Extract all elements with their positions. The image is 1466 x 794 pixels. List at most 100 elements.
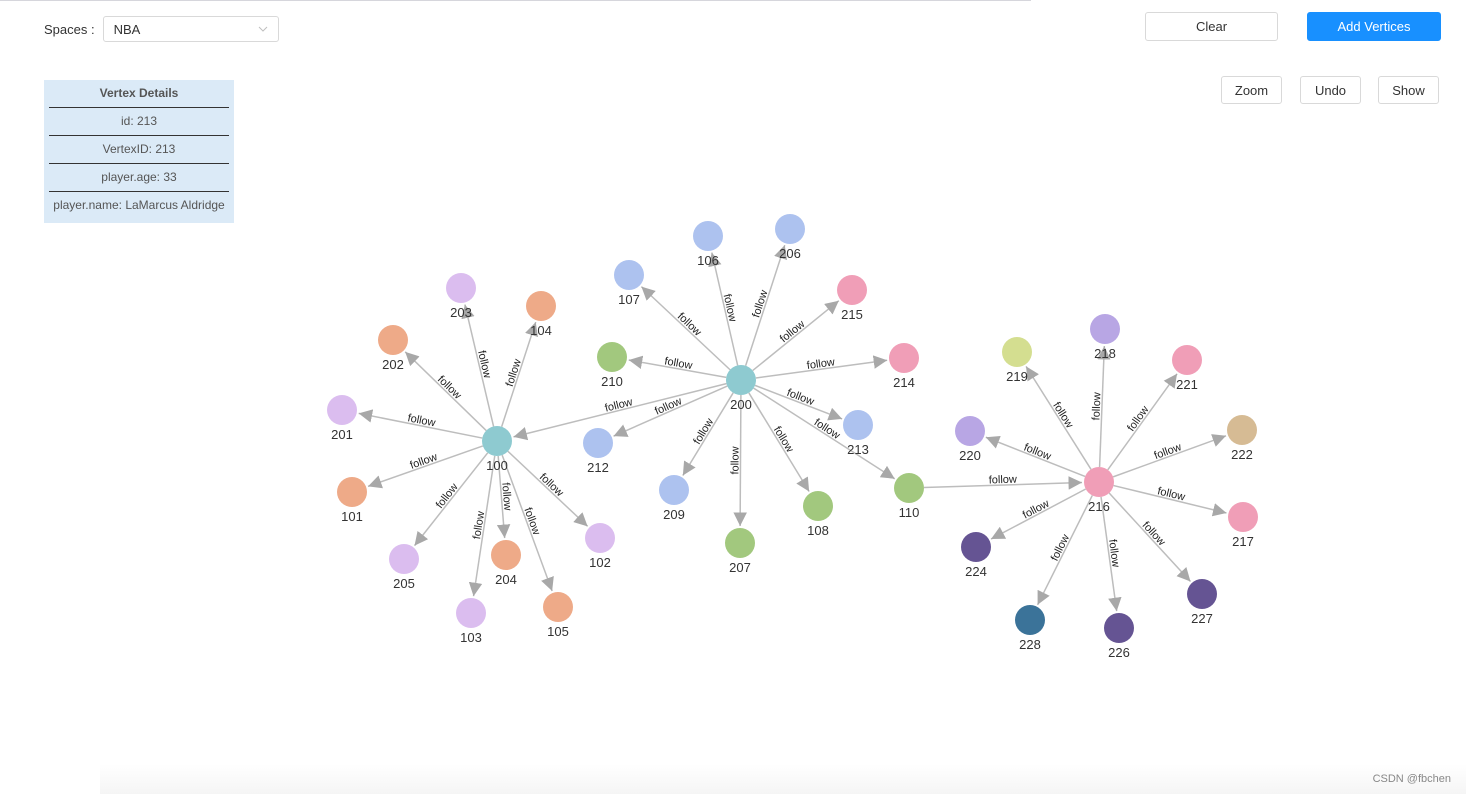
edge-100-203[interactable]: follow (461, 304, 495, 427)
vertex-202[interactable]: 202 (378, 325, 408, 372)
vertex-circle[interactable] (543, 592, 573, 622)
vertex-circle[interactable] (1015, 605, 1045, 635)
vertex-215[interactable]: 215 (837, 275, 867, 322)
vertex-201[interactable]: 201 (327, 395, 357, 442)
edge-100-103[interactable]: follow (468, 455, 496, 597)
vertex-circle[interactable] (1187, 579, 1217, 609)
vertex-200[interactable]: 200 (726, 365, 756, 412)
vertex-circle[interactable] (389, 544, 419, 574)
edge-200-100[interactable]: follow (513, 382, 727, 441)
vertex-circle[interactable] (1228, 502, 1258, 532)
vertex-circle[interactable] (659, 475, 689, 505)
vertex-label: 106 (697, 253, 719, 268)
vertex-circle[interactable] (583, 428, 613, 458)
vertex-circle[interactable] (1172, 345, 1202, 375)
edge-200-214[interactable]: follow (755, 355, 888, 379)
vertex-circle[interactable] (378, 325, 408, 355)
vertex-221[interactable]: 221 (1172, 345, 1202, 392)
edge-label: follow (1050, 400, 1075, 430)
vertex-circle[interactable] (597, 342, 627, 372)
vertex-209[interactable]: 209 (659, 475, 689, 522)
edge-216-217[interactable]: follow (1113, 484, 1227, 517)
vertex-circle[interactable] (775, 214, 805, 244)
graph-canvas[interactable]: follow follow follow follow follow follow foll… (0, 0, 1466, 794)
edge-200-207[interactable]: follow (729, 394, 747, 527)
vertex-circle[interactable] (837, 275, 867, 305)
vertex-205[interactable]: 205 (389, 544, 419, 591)
vertex-label: 213 (847, 442, 869, 457)
vertex-213[interactable]: 213 (843, 410, 873, 457)
vertex-204[interactable]: 204 (491, 540, 521, 587)
vertex-106[interactable]: 106 (693, 221, 723, 268)
vertex-222[interactable]: 222 (1227, 415, 1257, 462)
edge-216-218[interactable]: follow (1090, 345, 1111, 468)
vertex-circle[interactable] (961, 532, 991, 562)
vertex-circle[interactable] (843, 410, 873, 440)
vertex-circle[interactable] (726, 365, 756, 395)
vertex-217[interactable]: 217 (1228, 502, 1258, 549)
vertex-104[interactable]: 104 (526, 291, 556, 338)
edge-216-226[interactable]: follow (1100, 496, 1122, 612)
vertex-circle[interactable] (456, 598, 486, 628)
vertex-circle[interactable] (585, 523, 615, 553)
vertex-214[interactable]: 214 (889, 343, 919, 390)
vertex-220[interactable]: 220 (955, 416, 985, 463)
edge-216-222[interactable]: follow (1112, 434, 1227, 478)
vertex-circle[interactable] (1090, 314, 1120, 344)
vertex-110[interactable]: 110 (894, 473, 924, 520)
vertex-circle[interactable] (337, 477, 367, 507)
vertex-218[interactable]: 218 (1090, 314, 1120, 361)
vertex-226[interactable]: 226 (1104, 613, 1134, 660)
vertex-102[interactable]: 102 (585, 523, 615, 570)
vertex-105[interactable]: 105 (543, 592, 573, 639)
edge-200-107[interactable]: follow (640, 286, 731, 371)
edge-200-206[interactable]: follow (744, 244, 788, 366)
edge-100-102[interactable]: follow (507, 450, 589, 527)
vertex-216[interactable]: 216 (1084, 467, 1114, 514)
vertex-100[interactable]: 100 (482, 426, 512, 473)
vertex-circle[interactable] (614, 260, 644, 290)
vertex-210[interactable]: 210 (597, 342, 627, 389)
vertex-circle[interactable] (1084, 467, 1114, 497)
vertex-107[interactable]: 107 (614, 260, 644, 307)
vertex-circle[interactable] (803, 491, 833, 521)
edge-200-106[interactable]: follow (708, 252, 739, 366)
vertex-label: 107 (618, 292, 640, 307)
edge-110-216[interactable]: follow (923, 474, 1083, 490)
vertex-circle[interactable] (1104, 613, 1134, 643)
vertex-212[interactable]: 212 (583, 428, 613, 475)
vertex-circle[interactable] (955, 416, 985, 446)
edge-label: follow (1106, 539, 1122, 569)
edge-200-210[interactable]: follow (628, 355, 727, 379)
edge-200-108[interactable]: follow (748, 392, 810, 492)
vertex-circle[interactable] (693, 221, 723, 251)
edge-100-201[interactable]: follow (358, 409, 483, 439)
edge-200-213[interactable]: follow (754, 384, 843, 421)
vertex-circle[interactable] (1227, 415, 1257, 445)
vertex-101[interactable]: 101 (337, 477, 367, 524)
vertex-circle[interactable] (491, 540, 521, 570)
vertex-228[interactable]: 228 (1015, 605, 1045, 652)
vertex-207[interactable]: 207 (725, 528, 755, 575)
vertex-206[interactable]: 206 (775, 214, 805, 261)
vertex-circle[interactable] (889, 343, 919, 373)
edge-216-227[interactable]: follow (1108, 492, 1192, 582)
vertex-227[interactable]: 227 (1187, 579, 1217, 626)
vertex-203[interactable]: 203 (446, 273, 476, 320)
vertex-circle[interactable] (446, 273, 476, 303)
vertex-circle[interactable] (482, 426, 512, 456)
vertex-circle[interactable] (725, 528, 755, 558)
vertex-circle[interactable] (1002, 337, 1032, 367)
vertex-circle[interactable] (327, 395, 357, 425)
edge-216-224[interactable]: follow (990, 488, 1087, 540)
vertex-219[interactable]: 219 (1002, 337, 1032, 384)
vertex-103[interactable]: 103 (456, 598, 486, 645)
vertex-circle[interactable] (894, 473, 924, 503)
vertex-224[interactable]: 224 (961, 532, 991, 579)
edge-216-228[interactable]: follow (1036, 495, 1093, 606)
vertex-circle[interactable] (526, 291, 556, 321)
vertex-label: 104 (530, 323, 552, 338)
edge-216-220[interactable]: follow (985, 435, 1086, 478)
vertex-108[interactable]: 108 (803, 491, 833, 538)
edge-200-209[interactable]: follow (682, 392, 734, 476)
